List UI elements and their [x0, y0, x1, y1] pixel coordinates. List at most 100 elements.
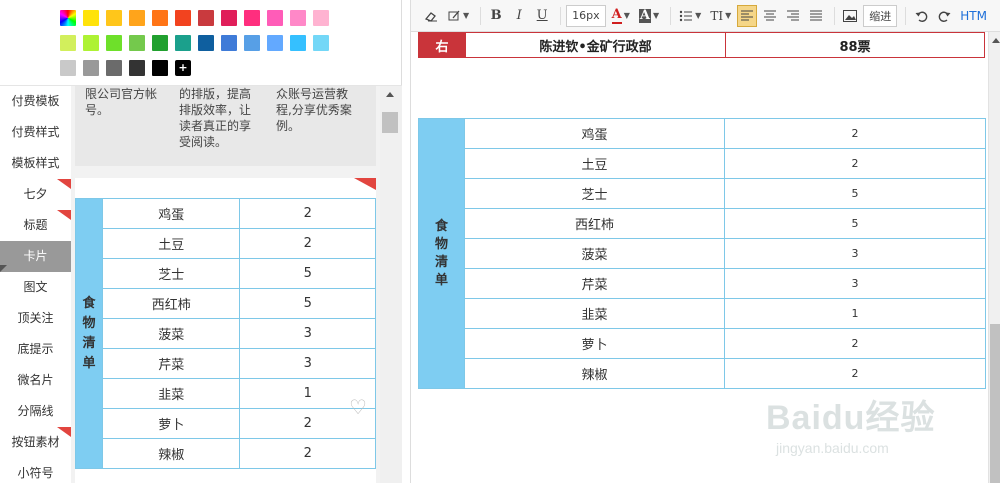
align-center-button[interactable]: [760, 5, 780, 27]
custom-color-icon[interactable]: [60, 10, 76, 26]
line-height-icon: TI: [710, 8, 724, 23]
underline-button[interactable]: U: [532, 5, 552, 27]
card-text-1: 限公司官方帐 号。: [85, 86, 157, 118]
color-swatch[interactable]: [244, 35, 260, 51]
food-qty-cell: 5: [724, 208, 986, 239]
card-line: 众账号运营教: [276, 87, 349, 101]
font-size-select[interactable]: 16px: [566, 4, 606, 27]
color-swatch[interactable]: [106, 60, 122, 76]
sidebar-item[interactable]: 付费模板: [0, 86, 71, 117]
html-source-button[interactable]: HTM: [957, 5, 990, 27]
color-swatch[interactable]: [83, 10, 99, 26]
color-swatch[interactable]: [198, 35, 214, 51]
food-qty-cell: 3: [724, 238, 986, 269]
color-swatch[interactable]: [267, 35, 283, 51]
editor-scrollbar[interactable]: [988, 32, 1000, 483]
indent-button[interactable]: 缩进: [863, 4, 898, 27]
color-swatch[interactable]: [221, 10, 237, 26]
color-swatch[interactable]: [129, 35, 145, 51]
color-swatch[interactable]: [313, 35, 329, 51]
rank-cell: 右: [418, 32, 466, 58]
app-root: + 付费模板 付费样式 模板样式 七夕 标题 卡片 图文 顶关注 底提示 微名片 分隔线按钮素材小符…: [0, 0, 1000, 483]
background-color-button[interactable]: A ▼: [636, 5, 662, 27]
sidebar-item[interactable]: 七夕: [0, 179, 71, 210]
sidebar-item-label: 按钮素材: [11, 435, 60, 449]
food-qty-cell: 2: [239, 228, 376, 259]
color-swatch[interactable]: [175, 35, 191, 51]
editor-content[interactable]: 右 陈进钦•金矿行政部 88票 食物清单鸡蛋 2 土豆 2 芝士 5 西红柿 5 菠菜 3 芹菜 3 韭…: [411, 32, 988, 483]
food-qty-cell: 1: [724, 298, 986, 329]
add-color-icon[interactable]: +: [175, 60, 191, 76]
color-swatch[interactable]: [129, 60, 145, 76]
votes-cell: 88票: [725, 32, 985, 58]
left-scrollbar[interactable]: [380, 86, 402, 483]
table-row: 芹菜 3: [76, 348, 376, 379]
food-qty-cell: 3: [724, 268, 986, 299]
scrollbar-thumb[interactable]: [990, 324, 1000, 483]
food-qty-cell: 3: [239, 318, 376, 349]
card-line: 号。: [85, 103, 110, 117]
color-swatch[interactable]: [313, 10, 329, 26]
font-color-icon: A: [611, 6, 622, 24]
sidebar-item[interactable]: 按钮素材: [0, 427, 71, 458]
color-swatch[interactable]: [244, 10, 260, 26]
align-right-button[interactable]: [783, 5, 803, 27]
sidebar-item[interactable]: 分隔线: [0, 396, 71, 427]
sidebar-item[interactable]: 卡片: [0, 241, 71, 272]
editor-panel: ▼ B I U 16px A ▼ A ▼ ▼ TI ▼ 缩进 HTM 右 陈进钦…: [410, 0, 1000, 483]
table-row: 土豆 2: [76, 228, 376, 259]
color-swatch[interactable]: [152, 60, 168, 76]
list-button[interactable]: ▼: [676, 5, 704, 27]
color-swatch[interactable]: [290, 35, 306, 51]
food-item-cell: 菠菜: [464, 238, 725, 269]
sidebar-item[interactable]: 付费样式: [0, 117, 71, 148]
food-item-cell: 辣椒: [464, 358, 725, 389]
food-list-table: 食物清单鸡蛋 2 土豆 2 芝士 5 西红柿 5 菠菜 3 芹菜 3 韭菜 1 萝卜 2 辣椒 2: [75, 198, 376, 469]
sidebar-item[interactable]: 微名片: [0, 365, 71, 396]
new-flag-icon: [57, 427, 71, 437]
color-swatch[interactable]: [175, 10, 191, 26]
sidebar-item[interactable]: 小符号: [0, 458, 71, 483]
food-item-cell: 萝卜: [101, 408, 241, 439]
heart-icon[interactable]: ♡: [349, 397, 369, 417]
color-swatch[interactable]: [290, 10, 306, 26]
insert-image-button[interactable]: [840, 5, 860, 27]
bold-button[interactable]: B: [486, 5, 506, 27]
food-list-template-card[interactable]: 食物清单鸡蛋 2 土豆 2 芝士 5 西红柿 5 菠菜 3 芹菜 3 韭菜 1 萝卜 2 辣椒 2 ♡: [75, 178, 376, 483]
undo-button[interactable]: [911, 5, 931, 27]
eraser-button[interactable]: [421, 5, 441, 27]
color-swatch[interactable]: [267, 10, 283, 26]
color-swatch[interactable]: [152, 10, 168, 26]
color-swatch[interactable]: [221, 35, 237, 51]
color-swatch[interactable]: [83, 35, 99, 51]
color-swatch[interactable]: [106, 35, 122, 51]
food-list-table-editor: 食物清单鸡蛋 2 土豆 2 芝士 5 西红柿 5 菠菜 3 芹菜 3 韭菜 1 萝卜 2 辣椒 2: [418, 118, 986, 389]
sidebar-item[interactable]: 顶关注: [0, 303, 71, 334]
color-swatch[interactable]: [152, 35, 168, 51]
color-swatch[interactable]: [60, 35, 76, 51]
font-color-button[interactable]: A ▼: [609, 5, 633, 27]
scroll-up-arrow-icon[interactable]: [386, 92, 394, 97]
align-justify-button[interactable]: [806, 5, 826, 27]
sidebar-item[interactable]: 图文: [0, 272, 71, 303]
scroll-up-arrow-icon[interactable]: [992, 38, 1000, 43]
align-right-icon: [787, 10, 800, 21]
color-swatch[interactable]: [60, 60, 76, 76]
list-icon: [679, 10, 693, 21]
card-line: 读者真正的享: [179, 119, 252, 133]
color-swatch[interactable]: [129, 10, 145, 26]
scrollbar-thumb[interactable]: [382, 112, 398, 133]
align-left-button[interactable]: [737, 4, 758, 27]
redo-button[interactable]: [934, 5, 954, 27]
sidebar-item[interactable]: 底提示: [0, 334, 71, 365]
sidebar-item[interactable]: 标题: [0, 210, 71, 241]
color-swatch[interactable]: [198, 10, 214, 26]
sidebar-item[interactable]: 模板样式: [0, 148, 71, 179]
format-brush-button[interactable]: ▼: [444, 5, 472, 27]
color-swatch[interactable]: [106, 10, 122, 26]
italic-button[interactable]: I: [509, 5, 529, 27]
color-swatch[interactable]: [83, 60, 99, 76]
line-height-button[interactable]: TI ▼: [707, 5, 734, 27]
table-row: 食物清单鸡蛋 2: [75, 198, 376, 469]
table-row: 西红柿 5: [419, 208, 986, 239]
